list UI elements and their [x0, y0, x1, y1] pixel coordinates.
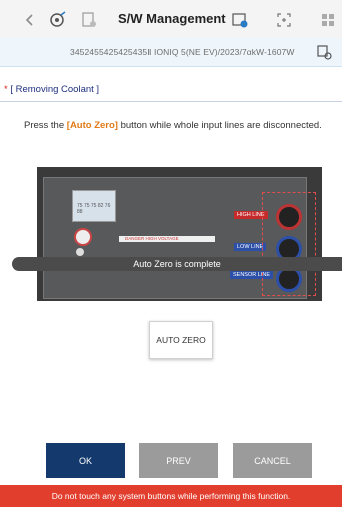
- document-tool-icon[interactable]: [79, 10, 99, 30]
- instruction-text: Press the [Auto Zero] button while whole…: [24, 120, 322, 131]
- prev-button[interactable]: PREV: [139, 443, 218, 478]
- lcd-display: 75 75 75 82 76 88: [72, 190, 116, 222]
- vehicle-info-bar: 3452455425425435Ⅱ IONIQ 5(NE EV)/2023/7α…: [0, 38, 342, 67]
- top-bar: S/W Management: [0, 0, 342, 38]
- cancel-button[interactable]: CANCEL: [233, 443, 312, 478]
- highlight-frame: [262, 192, 316, 296]
- status-toast: Auto Zero is complete: [12, 257, 342, 271]
- section-divider: [0, 101, 342, 102]
- vehicle-settings-icon[interactable]: [316, 44, 332, 60]
- equipment-photo: 75 75 75 82 76 88 DANGER HIGH VOLTAGE HI…: [37, 167, 322, 301]
- instruction-highlight: [Auto Zero]: [66, 120, 118, 131]
- power-knob: [74, 228, 92, 246]
- warning-strip: DANGER HIGH VOLTAGE: [119, 236, 215, 242]
- warning-footer: Do not touch any system buttons while pe…: [0, 485, 342, 507]
- home-settings-icon[interactable]: [48, 10, 68, 30]
- section-title-text: [ Removing Coolant ]: [10, 84, 100, 95]
- vehicle-vin-text: 3452455425425435Ⅱ IONIQ 5(NE EV)/2023/7α…: [70, 47, 295, 57]
- section-title: * [ Removing Coolant ]: [4, 84, 99, 95]
- grid-icon[interactable]: [318, 10, 338, 30]
- calendar-gear-icon[interactable]: [230, 10, 250, 30]
- crosshair-icon[interactable]: [274, 10, 294, 30]
- instruction-prefix: Press the: [24, 120, 67, 131]
- required-marker: *: [4, 84, 8, 95]
- ok-button[interactable]: OK: [46, 443, 125, 478]
- page-title: S/W Management: [118, 11, 226, 26]
- back-arrow-icon[interactable]: [20, 10, 40, 30]
- instruction-suffix: button while whole input lines are disco…: [117, 120, 322, 131]
- warning-title: DANGER HIGH VOLTAGE: [125, 236, 179, 241]
- selector-knob: [76, 248, 84, 256]
- auto-zero-button[interactable]: AUTO ZERO: [149, 321, 213, 359]
- equipment-panel: 75 75 75 82 76 88 DANGER HIGH VOLTAGE HI…: [43, 177, 316, 299]
- lcd-text: 75 75 75 82 76 88: [77, 203, 111, 215]
